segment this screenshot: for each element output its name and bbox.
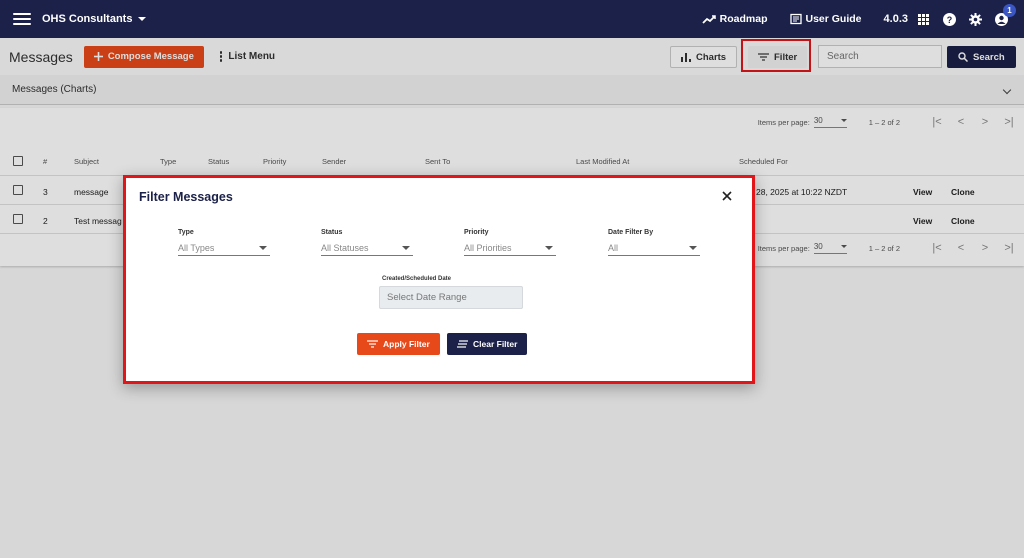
trending-up-icon: [702, 15, 716, 24]
apply-filter-label: Apply Filter: [383, 339, 430, 349]
book-icon: [789, 13, 802, 25]
type-label: Type: [178, 229, 194, 236]
date-range-field: Created/Scheduled Date Select Date Range: [379, 276, 523, 309]
account-icon[interactable]: 1: [994, 4, 1016, 26]
status-field: Status All Statuses: [321, 229, 413, 256]
close-icon[interactable]: [721, 190, 733, 202]
status-label: Status: [321, 229, 343, 236]
help-icon[interactable]: ?: [942, 12, 956, 26]
priority-value: All Priorities: [464, 242, 512, 253]
hamburger-menu-icon[interactable]: [13, 13, 31, 25]
date-filter-label: Date Filter By: [608, 229, 654, 236]
roadmap-link[interactable]: Roadmap: [702, 13, 768, 25]
priority-field: Priority All Priorities: [464, 229, 556, 256]
status-value: All Statuses: [321, 242, 369, 253]
chevron-down-icon: [138, 17, 147, 21]
chevron-down-icon: [402, 245, 410, 250]
org-selector[interactable]: OHS Consultants: [42, 13, 147, 25]
notification-badge: 1: [1003, 4, 1016, 17]
user-guide-label: User Guide: [805, 13, 862, 25]
user-guide-link[interactable]: User Guide: [789, 13, 862, 25]
dialog-title: Filter Messages: [139, 190, 233, 204]
clear-all-icon: [457, 340, 468, 348]
date-range-label: Created/Scheduled Date: [382, 276, 452, 282]
chevron-down-icon: [689, 245, 697, 250]
type-select[interactable]: All Types: [178, 240, 270, 256]
filter-icon: [367, 340, 378, 348]
date-filter-field: Date Filter By All: [608, 229, 700, 256]
apply-filter-button[interactable]: Apply Filter: [357, 333, 440, 355]
status-select[interactable]: All Statuses: [321, 240, 413, 256]
chevron-down-icon: [259, 245, 267, 250]
type-field: Type All Types: [178, 229, 270, 256]
svg-text:?: ?: [946, 15, 952, 25]
clear-filter-label: Clear Filter: [473, 339, 518, 349]
date-filter-value: All: [608, 242, 619, 253]
filter-messages-dialog: Filter Messages Type All Types Status Al…: [123, 175, 755, 384]
settings-gear-icon[interactable]: [968, 12, 982, 26]
priority-select[interactable]: All Priorities: [464, 240, 556, 256]
app-version: 4.0.3: [883, 13, 908, 25]
date-range-input[interactable]: Select Date Range: [379, 286, 523, 309]
top-nav: OHS Consultants Roadmap User Guide 4.0.3…: [0, 0, 1024, 38]
date-filter-select[interactable]: All: [608, 240, 700, 256]
type-value: All Types: [178, 242, 215, 253]
apps-grid-icon[interactable]: [916, 12, 930, 26]
clear-filter-button[interactable]: Clear Filter: [447, 333, 528, 355]
roadmap-label: Roadmap: [719, 13, 768, 25]
chevron-down-icon: [545, 245, 553, 250]
priority-label: Priority: [464, 229, 489, 236]
org-name: OHS Consultants: [42, 13, 133, 25]
